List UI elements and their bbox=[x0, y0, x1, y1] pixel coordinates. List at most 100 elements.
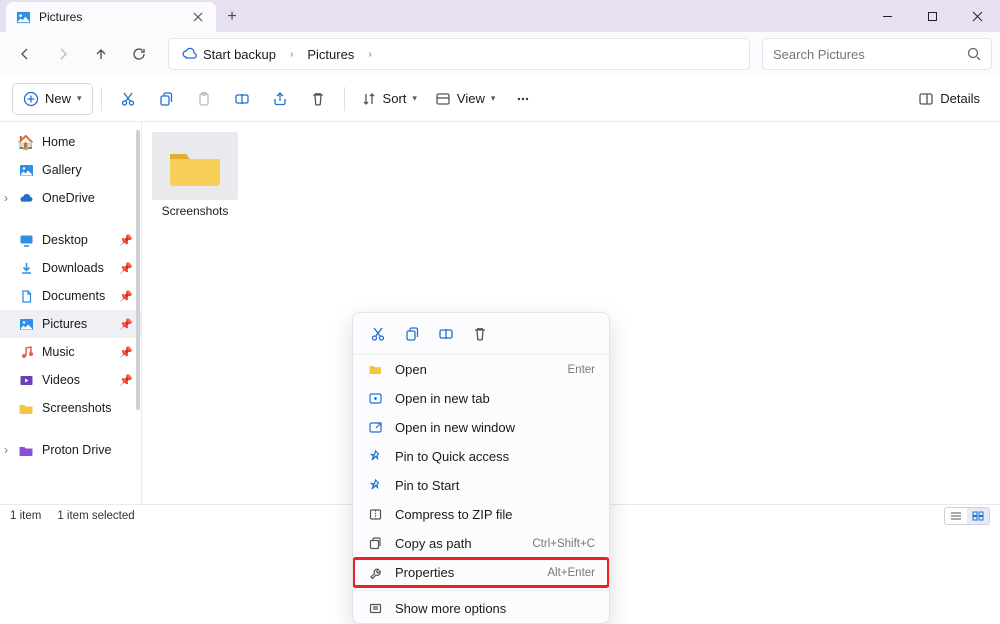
ctx-pin-quick[interactable]: Pin to Quick access bbox=[353, 442, 609, 471]
maximize-button[interactable] bbox=[910, 0, 955, 32]
details-pane-icon bbox=[918, 91, 934, 107]
zip-icon bbox=[367, 507, 383, 523]
pin-icon: 📌 bbox=[119, 346, 133, 359]
more-icon bbox=[367, 601, 383, 617]
close-button[interactable] bbox=[955, 0, 1000, 32]
selection-status: 1 item selected bbox=[57, 510, 134, 522]
sidebar-item-gallery[interactable]: Gallery bbox=[0, 156, 141, 184]
plus-circle-icon bbox=[23, 91, 39, 107]
details-button[interactable]: Details bbox=[910, 83, 988, 115]
folder-item[interactable]: Screenshots bbox=[152, 132, 238, 218]
sidebar-item-documents[interactable]: Documents📌 bbox=[0, 282, 141, 310]
pin-icon: 📌 bbox=[119, 234, 133, 247]
pin-start-icon bbox=[367, 478, 383, 494]
ctx-copy-icon[interactable] bbox=[403, 325, 421, 343]
sidebar-item-downloads[interactable]: Downloads📌 bbox=[0, 254, 141, 282]
ctx-compress[interactable]: Compress to ZIP file bbox=[353, 500, 609, 529]
rename-button[interactable] bbox=[224, 83, 260, 115]
title-bar: Pictures + bbox=[0, 0, 1000, 32]
ctx-open-new-window[interactable]: Open in new window bbox=[353, 413, 609, 442]
pin-icon: 📌 bbox=[119, 374, 133, 387]
refresh-button[interactable] bbox=[122, 37, 156, 71]
properties-icon bbox=[367, 565, 383, 581]
documents-icon bbox=[18, 288, 34, 304]
folder-open-icon bbox=[367, 362, 383, 378]
chevron-right-icon[interactable]: › bbox=[364, 49, 375, 60]
sidebar-item-pictures[interactable]: Pictures📌 bbox=[0, 310, 141, 338]
item-count: 1 item bbox=[10, 510, 41, 522]
ctx-copy-path[interactable]: Copy as pathCtrl+Shift+C bbox=[353, 529, 609, 558]
ctx-pin-start[interactable]: Pin to Start bbox=[353, 471, 609, 500]
tab-title: Pictures bbox=[39, 10, 190, 24]
new-tab-icon bbox=[367, 391, 383, 407]
folder-label: Screenshots bbox=[152, 204, 238, 218]
minimize-button[interactable] bbox=[865, 0, 910, 32]
copy-path-icon bbox=[367, 536, 383, 552]
more-button[interactable] bbox=[505, 83, 541, 115]
onedrive-icon bbox=[18, 190, 34, 206]
new-tab-button[interactable]: + bbox=[216, 2, 248, 32]
ctx-open[interactable]: OpenEnter bbox=[353, 355, 609, 384]
chevron-down-icon: ▾ bbox=[412, 93, 417, 104]
backup-segment[interactable]: Start backup bbox=[175, 43, 282, 65]
toolbar: New ▾ Sort ▾ View ▾ Details bbox=[0, 76, 1000, 122]
videos-icon bbox=[18, 372, 34, 388]
ctx-show-more[interactable]: Show more options bbox=[353, 594, 609, 623]
cloud-sync-icon bbox=[181, 46, 197, 62]
folder-icon bbox=[18, 400, 34, 416]
delete-button[interactable] bbox=[300, 83, 336, 115]
view-toggle bbox=[944, 507, 990, 525]
content-area: Screenshots OpenEnter Open in new tab Op… bbox=[142, 122, 1000, 504]
ctx-rename-icon[interactable] bbox=[437, 325, 455, 343]
pictures-icon bbox=[18, 316, 34, 332]
sidebar-item-proton[interactable]: Proton Drive bbox=[0, 436, 141, 464]
chevron-right-icon[interactable]: › bbox=[286, 49, 297, 60]
forward-button[interactable] bbox=[46, 37, 80, 71]
ctx-properties[interactable]: PropertiesAlt+Enter bbox=[353, 558, 609, 587]
search-icon bbox=[967, 47, 981, 61]
thumb-view-toggle[interactable] bbox=[967, 508, 989, 524]
sidebar-item-home[interactable]: 🏠Home bbox=[0, 128, 141, 156]
view-icon bbox=[435, 91, 451, 107]
scrollbar-thumb[interactable] bbox=[136, 130, 140, 410]
share-button[interactable] bbox=[262, 83, 298, 115]
music-icon bbox=[18, 344, 34, 360]
ctx-open-new-tab[interactable]: Open in new tab bbox=[353, 384, 609, 413]
tab-pictures[interactable]: Pictures bbox=[6, 2, 216, 32]
address-bar[interactable]: Start backup › Pictures › bbox=[168, 38, 750, 70]
copy-button[interactable] bbox=[148, 83, 184, 115]
sidebar-item-onedrive[interactable]: OneDrive bbox=[0, 184, 141, 212]
pin-icon: 📌 bbox=[119, 290, 133, 303]
up-button[interactable] bbox=[84, 37, 118, 71]
sidebar: 🏠Home Gallery OneDrive Desktop📌 Download… bbox=[0, 122, 142, 504]
paste-button[interactable] bbox=[186, 83, 222, 115]
sort-icon bbox=[361, 91, 377, 107]
nav-bar: Start backup › Pictures › bbox=[0, 32, 1000, 76]
tab-close-icon[interactable] bbox=[190, 9, 206, 25]
folder-icon bbox=[18, 442, 34, 458]
sidebar-item-music[interactable]: Music📌 bbox=[0, 338, 141, 366]
context-menu: OpenEnter Open in new tab Open in new wi… bbox=[352, 312, 610, 624]
home-icon: 🏠 bbox=[18, 134, 34, 150]
cut-button[interactable] bbox=[110, 83, 146, 115]
gallery-icon bbox=[18, 162, 34, 178]
pictures-icon bbox=[16, 10, 31, 25]
sidebar-item-videos[interactable]: Videos📌 bbox=[0, 366, 141, 394]
sidebar-item-screenshots[interactable]: Screenshots bbox=[0, 394, 141, 422]
search-input[interactable] bbox=[773, 47, 967, 62]
pin-icon bbox=[367, 449, 383, 465]
list-view-toggle[interactable] bbox=[945, 508, 967, 524]
sort-button[interactable]: Sort ▾ bbox=[353, 83, 425, 115]
chevron-down-icon: ▾ bbox=[491, 93, 496, 104]
sidebar-item-desktop[interactable]: Desktop📌 bbox=[0, 226, 141, 254]
crumb-pictures[interactable]: Pictures bbox=[301, 44, 360, 65]
new-button[interactable]: New ▾ bbox=[12, 83, 93, 115]
ctx-delete-icon[interactable] bbox=[471, 325, 489, 343]
back-button[interactable] bbox=[8, 37, 42, 71]
view-button[interactable]: View ▾ bbox=[427, 83, 503, 115]
search-box[interactable] bbox=[762, 38, 992, 70]
backup-label: Start backup bbox=[203, 47, 276, 62]
ctx-cut-icon[interactable] bbox=[369, 325, 387, 343]
pin-icon: 📌 bbox=[119, 262, 133, 275]
new-window-icon bbox=[367, 420, 383, 436]
